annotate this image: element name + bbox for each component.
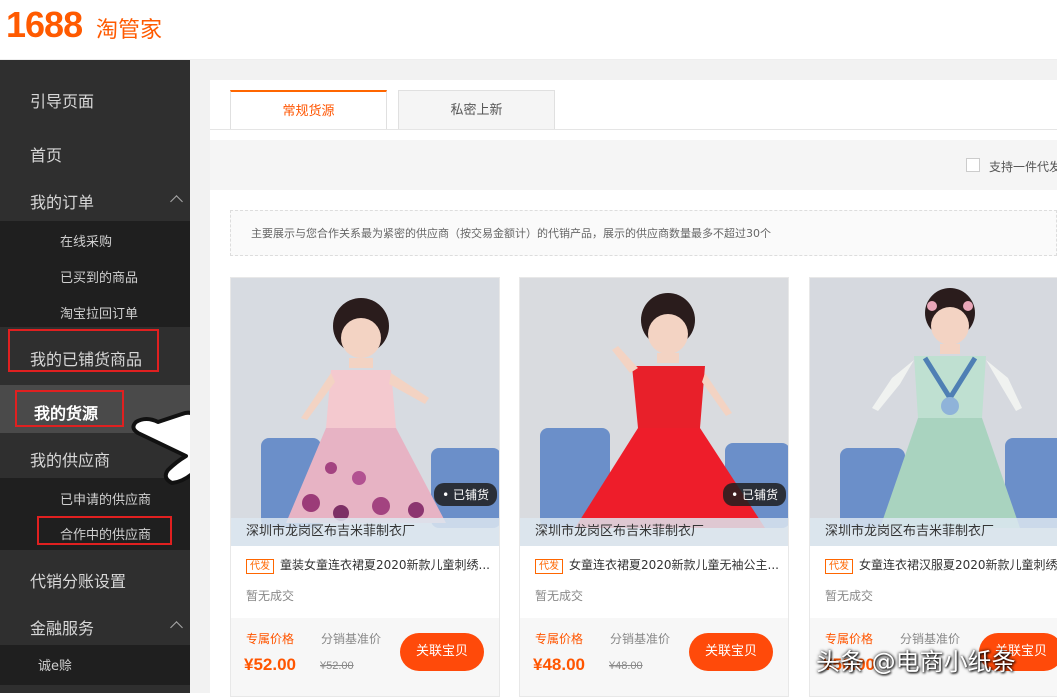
- logo-text[interactable]: 淘管家: [96, 12, 162, 44]
- sales-status: 暂无成交: [825, 589, 874, 603]
- tab-divider: [210, 129, 1057, 130]
- highlight-box: [37, 516, 172, 545]
- product-title[interactable]: 代发 女童连衣裙汉服夏2020新款儿童刺绣...: [825, 556, 1057, 574]
- sidebar-item-split-settings[interactable]: 代销分账设置: [0, 568, 190, 592]
- supplier-name[interactable]: 深圳市龙岗区布吉米菲制衣厂: [231, 518, 499, 546]
- exclusive-price: ¥48.00: [533, 655, 585, 674]
- filter-bar: [210, 140, 1057, 190]
- product-title-text[interactable]: 女童连衣裙汉服夏2020新款儿童刺绣...: [859, 558, 1057, 572]
- sidebar-subitem-taobao-orders[interactable]: 淘宝拉回订单: [60, 303, 138, 322]
- tab-regular-sources[interactable]: 常规货源: [230, 90, 387, 130]
- sidebar-item-orders[interactable]: 我的订单: [0, 189, 190, 213]
- product-title-text[interactable]: 女童连衣裙夏2020新款儿童无袖公主...: [569, 558, 779, 572]
- sidebar-item-home[interactable]: 首页: [0, 142, 190, 166]
- base-price: ¥52.00: [320, 660, 354, 672]
- logo-number[interactable]: 1688: [6, 4, 83, 46]
- product-card[interactable]: • 已铺货 深圳市龙岗区布吉米菲制衣厂 代发 女童连衣裙夏2020新款儿童无袖公主…: [519, 277, 789, 697]
- sales-status: 暂无成交: [246, 589, 295, 603]
- top-header: 1688 淘管家: [0, 0, 1057, 60]
- base-price: ¥48.00: [609, 660, 643, 672]
- product-image[interactable]: • 已铺货 深圳市龙岗区布吉米菲制衣厂: [520, 278, 788, 546]
- base-price-label: 分销基准价: [321, 632, 382, 646]
- sidebar-subitem-purchased-goods[interactable]: 已买到的商品: [60, 267, 138, 286]
- supplier-name[interactable]: 深圳市龙岗区布吉米菲制衣厂: [520, 518, 788, 546]
- notice-banner: 主要展示与您合作关系最为紧密的供应商（按交易金额计）的代销产品，展示的供应商数量…: [230, 210, 1057, 256]
- price-area: 专属价格 分销基准价 ¥52.00 ¥52.00 关联宝贝: [231, 618, 499, 696]
- watermark: 头条 @电商小纸条: [816, 648, 1016, 676]
- product-photo: [810, 278, 1057, 546]
- exclusive-price: ¥52.00: [244, 655, 296, 674]
- sidebar-subitem-credit[interactable]: 诚e赊: [38, 655, 72, 674]
- sidebar-item-finance[interactable]: 金融服务: [0, 615, 190, 639]
- product-title-text[interactable]: 童装女童连衣裙夏2020新款儿童刺绣...: [280, 558, 490, 572]
- submenu-finance: [0, 645, 190, 685]
- dropship-tag: 代发: [535, 559, 563, 574]
- sales-status: 暂无成交: [535, 589, 584, 603]
- product-image[interactable]: • 已铺货 深圳市龙岗区布吉米菲制衣厂: [231, 278, 499, 546]
- supplier-name[interactable]: 深圳市龙岗区布吉米菲制衣厂: [810, 518, 1057, 546]
- dropship-tag: 代发: [246, 559, 274, 574]
- exclusive-price-label: 专属价格: [535, 632, 584, 646]
- listed-badge: • 已铺货: [434, 483, 497, 506]
- listed-badge: • 已铺货: [723, 483, 786, 506]
- product-image[interactable]: 深圳市龙岗区布吉米菲制衣厂: [810, 278, 1057, 546]
- highlight-box: [15, 390, 124, 427]
- base-price-label: 分销基准价: [610, 632, 671, 646]
- price-area: 专属价格 分销基准价 ¥48.00 ¥48.00 关联宝贝: [520, 618, 788, 696]
- dropship-checkbox-label[interactable]: 支持一件代发: [989, 158, 1057, 175]
- highlight-box: [8, 329, 159, 372]
- link-item-button[interactable]: 关联宝贝: [689, 633, 773, 671]
- product-card[interactable]: • 已铺货 深圳市龙岗区布吉米菲制衣厂 代发 童装女童连衣裙夏2020新款儿童刺绣…: [230, 277, 500, 697]
- dropship-tag: 代发: [825, 559, 853, 574]
- link-item-button[interactable]: 关联宝贝: [400, 633, 484, 671]
- product-title[interactable]: 代发 童装女童连衣裙夏2020新款儿童刺绣...: [246, 556, 491, 574]
- sidebar-subitem-online-purchase[interactable]: 在线采购: [60, 231, 112, 250]
- tab-private-new[interactable]: 私密上新: [398, 90, 555, 130]
- sidebar-item-guide[interactable]: 引导页面: [0, 88, 190, 112]
- product-card[interactable]: 深圳市龙岗区布吉米菲制衣厂 代发 女童连衣裙汉服夏2020新款儿童刺绣... 暂无…: [809, 277, 1057, 697]
- dropship-checkbox[interactable]: [966, 158, 980, 172]
- exclusive-price-label: 专属价格: [246, 632, 295, 646]
- product-title[interactable]: 代发 女童连衣裙夏2020新款儿童无袖公主...: [535, 556, 780, 574]
